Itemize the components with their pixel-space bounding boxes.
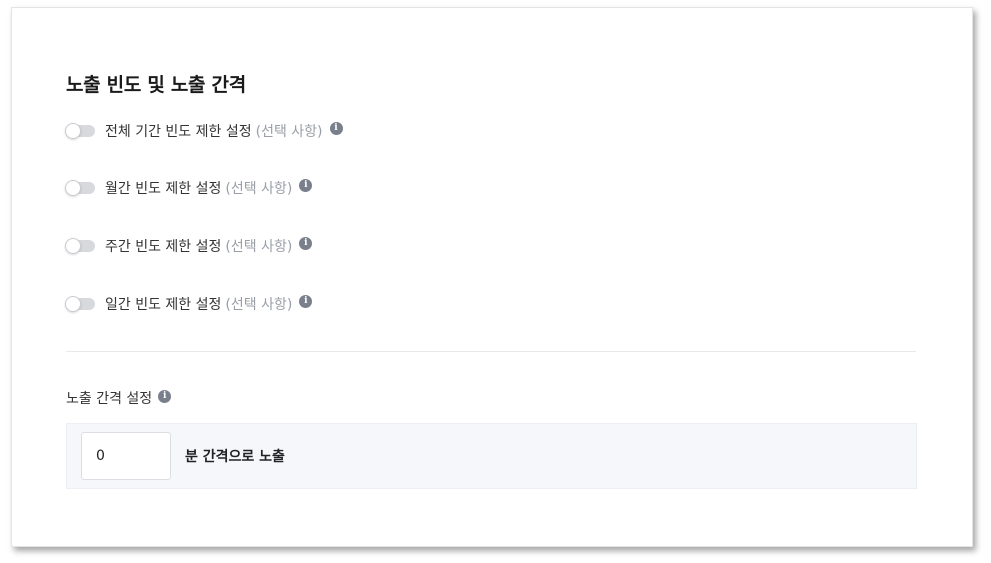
divider [66,351,916,352]
total-frequency-toggle[interactable] [65,123,95,139]
toggle-label: 주간 빈도 제한 설정 [105,239,222,255]
toggle-row-daily: 일간 빈도 제한 설정 (선택 사항) i [65,293,313,315]
settings-panel: 노출 빈도 및 노출 간격 전체 기간 빈도 제한 설정 (선택 사항) i 월… [11,7,973,547]
info-icon[interactable]: i [329,121,343,135]
toggle-row-monthly: 월간 빈도 제한 설정 (선택 사항) i [65,177,313,199]
weekly-frequency-toggle[interactable] [65,238,95,254]
info-icon[interactable]: i [158,389,172,403]
interval-minutes-input[interactable] [81,432,171,480]
interval-label-row: 노출 간격 설정 i [66,388,172,408]
interval-suffix: 분 간격으로 노출 [185,449,285,465]
optional-text: (선택 사항) [225,297,293,313]
info-icon[interactable]: i [299,178,313,192]
optional-text: (선택 사항) [225,181,293,197]
interval-label: 노출 간격 설정 [66,391,153,407]
interval-box: 분 간격으로 노출 [66,423,917,489]
section-title: 노출 빈도 및 노출 간격 [66,74,246,96]
daily-frequency-toggle[interactable] [65,296,95,312]
toggle-row-total: 전체 기간 빈도 제한 설정 (선택 사항) i [65,120,343,142]
toggle-label: 월간 빈도 제한 설정 [105,181,222,197]
optional-text: (선택 사항) [225,239,293,255]
info-icon[interactable]: i [299,236,313,250]
info-icon[interactable]: i [299,294,313,308]
toggle-label: 전체 기간 빈도 제한 설정 [105,124,252,140]
toggle-label: 일간 빈도 제한 설정 [105,297,222,313]
optional-text: (선택 사항) [255,124,323,140]
monthly-frequency-toggle[interactable] [65,180,95,196]
toggle-row-weekly: 주간 빈도 제한 설정 (선택 사항) i [65,235,313,257]
